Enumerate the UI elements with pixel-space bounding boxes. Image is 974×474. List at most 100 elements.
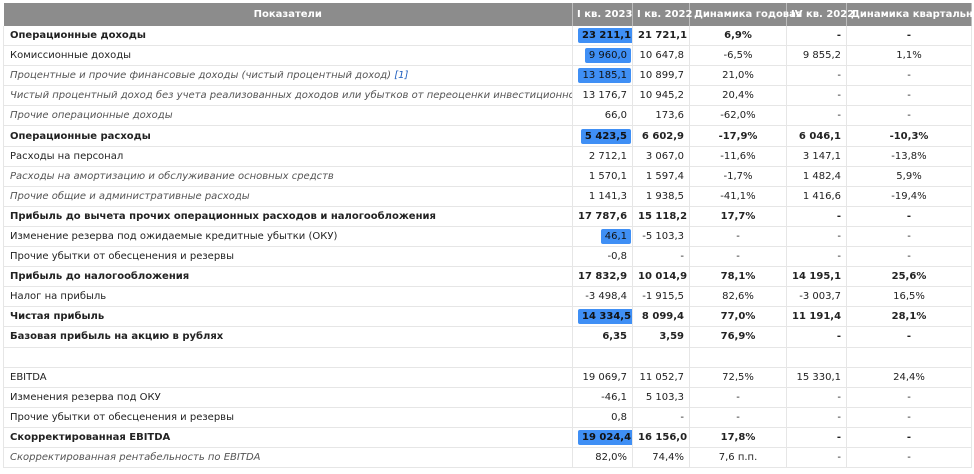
cell-value: -11,6% <box>720 150 756 162</box>
cell-yoy: 7,6 п.п. <box>689 447 787 469</box>
cell-value: 6,35 <box>602 331 627 343</box>
cell-value: 17,7% <box>720 210 756 222</box>
cell-qoq: - <box>846 447 972 469</box>
cell-q1-2022: 3 067,0 <box>632 146 690 167</box>
cell-value: - <box>680 411 684 423</box>
table-row: Прибыль до вычета прочих операционных ра… <box>3 206 972 227</box>
cell-value: 82,6% <box>722 291 754 303</box>
table-row: Комиссионные доходы 9 960,0 10 647,8 -6,5% 9… <box>3 45 972 67</box>
cell-value: - <box>837 70 841 82</box>
cell-value: 3 067,0 <box>645 150 684 162</box>
cell-q1-2022: 16 156,0 <box>632 427 690 448</box>
cell-q1-2023: 19 024,4 <box>572 427 633 448</box>
cell-value: - <box>680 251 684 263</box>
cell-qoq: - <box>846 206 972 227</box>
cell-value: 5 423,5 <box>580 128 631 144</box>
cell-qoq: -13,8% <box>846 146 972 167</box>
cell-value: - <box>907 230 911 242</box>
cell-value: - <box>907 110 911 122</box>
cell-q1-2023: 23 211,1 <box>572 26 633 47</box>
cell-q1-2022: 173,6 <box>632 105 690 127</box>
cell-value: -1,7% <box>723 170 753 182</box>
cell-q4-2022: - <box>786 326 847 348</box>
cell-yoy: 77,0% <box>689 306 787 328</box>
row-label-text: Чистая прибыль <box>10 311 105 323</box>
cell-value: -10,3% <box>889 130 929 142</box>
row-label: Расходы на персонал <box>3 146 573 167</box>
table-row: Скорректированная рентабельность по EBIT… <box>3 447 972 469</box>
cell-value: -41,1% <box>720 190 756 202</box>
row-label: Прочие убытки от обесценения и резервы <box>3 407 573 428</box>
cell-value: 15 118,2 <box>638 210 688 222</box>
cell-value: 1 570,1 <box>588 170 627 182</box>
cell-q1-2023: -0,8 <box>572 246 633 268</box>
cell-q1-2022: 74,4% <box>632 447 690 469</box>
cell-qoq: - <box>846 387 972 408</box>
table-row: Прибыль до налогообложения 17 832,9 10 014… <box>3 266 972 288</box>
row-label: Скорректированная EBITDA <box>3 427 573 448</box>
row-label-text: Расходы на персонал <box>10 150 124 162</box>
footnote-link[interactable]: [1] <box>394 70 408 81</box>
cell-qoq: - <box>846 326 972 348</box>
cell-value: 11 052,7 <box>639 371 684 383</box>
cell-value: 0,8 <box>611 411 627 423</box>
cell-q4-2022: 9 855,2 <box>786 45 847 67</box>
cell-qoq: - <box>846 85 972 107</box>
row-label: Базовая прибыль на акцию в рублях <box>3 326 573 348</box>
cell-value: 78,1% <box>720 271 756 283</box>
row-label: Операционные расходы <box>3 125 573 147</box>
cell-value: 3 147,1 <box>802 150 841 162</box>
cell-yoy: 78,1% <box>689 266 787 288</box>
cell-yoy: 21,0% <box>689 65 787 87</box>
cell-q1-2023: 13 185,1 <box>572 65 633 87</box>
cell-value: -6,5% <box>723 50 753 62</box>
cell-value: 16 156,0 <box>638 431 688 443</box>
col-header-indicator: Показатели <box>3 3 573 26</box>
cell-qoq: - <box>846 65 972 87</box>
row-label-text: Прочие убытки от обесценения и резервы <box>10 251 234 263</box>
row-label: Чистый процентный доход без учета реализ… <box>3 85 573 107</box>
cell-q1-2022: 11 052,7 <box>632 367 690 388</box>
cell-value: -46,1 <box>601 391 627 403</box>
cell-q4-2022: - <box>786 226 847 248</box>
cell-q1-2022: -5 103,3 <box>632 226 690 248</box>
cell-value: - <box>836 331 841 343</box>
cell-q1-2022: 6 602,9 <box>632 125 690 147</box>
cell-value: 173,6 <box>655 110 684 122</box>
cell-value: -5 103,3 <box>642 230 684 242</box>
cell-q4-2022: - <box>786 447 847 469</box>
table-row: Базовая прибыль на акцию в рублях 6,35 3,5… <box>3 326 972 348</box>
cell-qoq: - <box>846 246 972 268</box>
cell-q4-2022: 14 195,1 <box>786 266 847 288</box>
cell-value: 1 597,4 <box>645 170 684 182</box>
row-label: EBITDA <box>3 367 573 388</box>
cell-value: - <box>736 411 740 423</box>
cell-yoy: 20,4% <box>689 85 787 107</box>
table-row: Прочие операционные доходы 66,0 173,6 -62,0… <box>3 105 972 127</box>
row-label-text: Прибыль до налогообложения <box>10 271 190 283</box>
cell-q4-2022: - <box>786 407 847 428</box>
cell-q4-2022: 1 482,4 <box>786 166 847 187</box>
table-row: Налог на прибыль -3 498,4 -1 915,5 82,6% -3 … <box>3 286 972 308</box>
row-label-text: Изменения резерва под ОКУ <box>10 391 161 403</box>
cell-q4-2022: - <box>786 427 847 448</box>
cell-yoy: - <box>689 387 787 408</box>
cell-q1-2022: 8 099,4 <box>632 306 690 328</box>
cell-value: 17 787,6 <box>578 210 628 222</box>
cell-q1-2023: -3 498,4 <box>572 286 633 308</box>
cell-qoq: -10,3% <box>846 125 972 147</box>
row-label-text: Чистый процентный доход без учета реализ… <box>10 90 572 102</box>
cell-yoy: -17,9% <box>689 125 787 147</box>
table-row: Чистый процентный доход без учета реализ… <box>3 85 972 107</box>
cell-value: - <box>836 210 841 222</box>
cell-q1-2023: 14 334,5 <box>572 306 633 328</box>
row-label: Чистая прибыль <box>3 306 573 328</box>
cell-value: 7,6 п.п. <box>718 452 758 464</box>
cell-value: 23 211,1 <box>578 28 632 44</box>
cell-yoy: -1,7% <box>689 166 787 187</box>
cell-value: 17,8% <box>720 431 756 443</box>
cell-value: 16,5% <box>893 291 925 303</box>
col-header-qoq: Динамика квартальная <box>846 3 974 26</box>
cell-value: 13 176,7 <box>582 90 627 102</box>
cell-q1-2022: 10 945,2 <box>632 85 690 107</box>
